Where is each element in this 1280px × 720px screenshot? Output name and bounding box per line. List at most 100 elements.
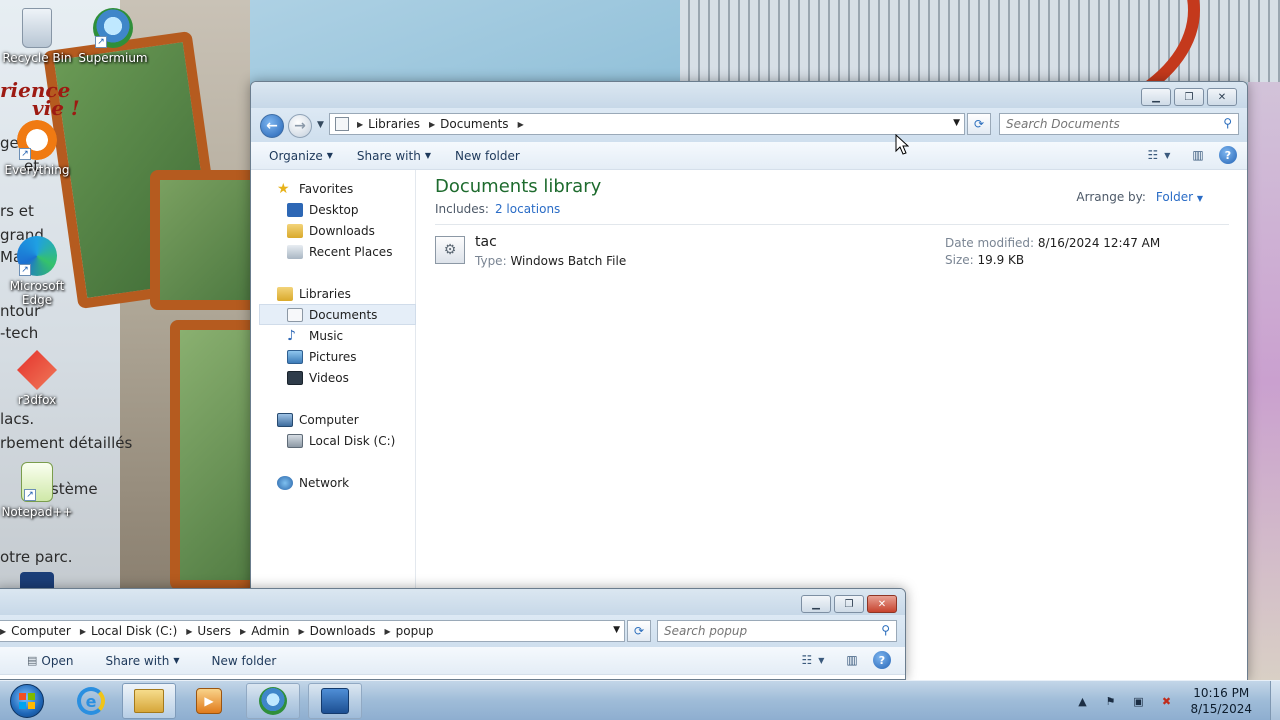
open-label: Open	[41, 653, 74, 668]
breadcrumb-popup[interactable]: popup	[396, 624, 434, 638]
nav-downloads[interactable]: Downloads	[287, 220, 375, 241]
address-bar[interactable]: ▶ Libraries ▶ Documents ▶ ▼	[329, 113, 965, 135]
minimize-button[interactable]: ▁	[1141, 88, 1171, 106]
restore-button[interactable]: ❐	[834, 595, 864, 613]
nav-libraries[interactable]: Libraries	[277, 283, 351, 304]
taskbar-windows-explorer[interactable]	[122, 683, 176, 719]
close-button[interactable]: ✕	[867, 595, 897, 613]
search-icon[interactable]: ⚲	[881, 623, 890, 637]
title-bar[interactable]: ▁ ❐ ✕	[0, 589, 905, 615]
breadcrumb-documents[interactable]: Documents	[440, 117, 508, 131]
nav-local-disk[interactable]: Local Disk (C:)	[287, 430, 395, 451]
file-item[interactable]: ⚙ tac Type: Windows Batch File Date modi…	[435, 234, 1229, 274]
search-box[interactable]: ⚲	[657, 620, 897, 642]
search-box[interactable]: ⚲	[999, 113, 1239, 135]
close-button[interactable]: ✕	[1207, 88, 1237, 106]
nav-music[interactable]: ♪ Music	[287, 325, 343, 346]
address-dropdown[interactable]: ▼	[953, 118, 960, 128]
address-bar[interactable]: ▶ Computer ▶ Local Disk (C:) ▶ Users ▶ A…	[0, 620, 625, 642]
desktop-icon-partial[interactable]	[0, 572, 74, 588]
desktop-icon-notepad-plus-plus[interactable]: ↗ Notepad++	[0, 462, 74, 519]
nav-pictures[interactable]: Pictures	[287, 346, 357, 367]
title-bar[interactable]: ▁ ❐ ✕	[251, 82, 1247, 108]
network-icon[interactable]: ▣	[1130, 693, 1146, 709]
breadcrumb-downloads[interactable]: Downloads	[310, 624, 376, 638]
share-with-button[interactable]: Share with ▼	[99, 651, 185, 671]
change-view-button[interactable]: ☷ ▼	[1141, 146, 1177, 164]
recent-pages-dropdown[interactable]: ▼	[317, 120, 324, 130]
desktop-icon-supermium[interactable]: ↗ Supermium	[76, 8, 150, 65]
nav-favorites[interactable]: ★ Favorites	[277, 178, 353, 199]
restore-button[interactable]: ❐	[1174, 88, 1204, 106]
view-controls: ☷ ▼ ▥ ?	[1141, 146, 1237, 164]
explorer-window-popup[interactable]: ▁ ❐ ✕ ▶ Computer ▶ Local Disk (C:) ▶ Use…	[0, 588, 906, 680]
locations-link[interactable]: 2 locations	[495, 202, 560, 216]
nav-documents[interactable]: Documents	[259, 304, 416, 325]
taskbar-media-player[interactable]: ▶	[182, 683, 236, 719]
start-button[interactable]	[4, 681, 50, 720]
mouse-cursor-icon	[895, 134, 909, 155]
chevron-down-icon: ▼	[424, 151, 431, 160]
media-player-icon: ▶	[196, 688, 222, 714]
breadcrumb-separator[interactable]: ▶	[298, 627, 304, 636]
batch-file-icon: ⚙	[435, 236, 465, 264]
nav-desktop[interactable]: Desktop	[287, 199, 359, 220]
minimize-button[interactable]: ▁	[801, 595, 831, 613]
action-center-flag-icon[interactable]: ⚑	[1102, 693, 1118, 709]
breadcrumb-local-disk[interactable]: Local Disk (C:)	[91, 624, 177, 638]
back-button[interactable]: ←	[260, 114, 284, 138]
breadcrumb-separator[interactable]: ▶	[357, 120, 363, 129]
volume-muted-icon[interactable]: ✖	[1158, 693, 1174, 709]
nav-label: Downloads	[309, 223, 375, 238]
breadcrumb-separator[interactable]: ▶	[80, 627, 86, 636]
new-folder-button[interactable]: New folder	[449, 146, 526, 166]
show-hidden-icons-icon[interactable]: ▲	[1074, 693, 1090, 709]
clock[interactable]: 10:16 PM 8/15/2024	[1190, 685, 1252, 717]
breadcrumb-separator[interactable]: ▶	[240, 627, 246, 636]
arrange-label: Arrange by:	[1076, 190, 1146, 204]
nav-recent-places[interactable]: Recent Places	[287, 241, 392, 262]
star-icon: ★	[277, 180, 290, 197]
search-input[interactable]	[664, 624, 873, 638]
change-view-button[interactable]: ☷ ▼	[795, 651, 831, 669]
organize-button[interactable]: Organize ▼	[263, 146, 339, 166]
address-dropdown[interactable]: ▼	[613, 625, 620, 635]
preview-pane-button[interactable]: ▥	[1189, 146, 1207, 164]
desktop-icon-label: Recycle Bin	[2, 51, 72, 65]
nav-computer[interactable]: Computer	[277, 409, 359, 430]
desktop-icon-everything[interactable]: ↗ Everything	[0, 120, 74, 177]
nav-network[interactable]: Network	[277, 472, 349, 493]
search-icon[interactable]: ⚲	[1223, 116, 1232, 130]
nav-videos[interactable]: Videos	[287, 367, 349, 388]
chevron-down-icon: ▼	[326, 151, 333, 160]
help-icon[interactable]: ?	[1219, 146, 1237, 164]
refresh-button[interactable]: ⟳	[967, 113, 991, 135]
open-button[interactable]: ▤ Open	[21, 651, 79, 671]
breadcrumb-separator[interactable]: ▶	[385, 627, 391, 636]
new-folder-button[interactable]: New folder	[206, 651, 283, 671]
forward-button[interactable]: →	[288, 114, 312, 138]
arrange-by-dropdown[interactable]: Folder ▼	[1156, 190, 1203, 204]
breadcrumb-separator[interactable]: ▶	[429, 120, 435, 129]
refresh-button[interactable]: ⟳	[627, 620, 651, 642]
desktop-icon-recycle-bin[interactable]: Recycle Bin	[0, 8, 74, 65]
preview-pane-button[interactable]: ▥	[843, 651, 861, 669]
desktop-icon-microsoft-edge[interactable]: ↗ Microsoft Edge	[0, 236, 74, 307]
show-desktop-button[interactable]	[1270, 681, 1280, 720]
file-name: tac	[475, 234, 497, 250]
breadcrumb-admin[interactable]: Admin	[251, 624, 289, 638]
share-with-button[interactable]: Share with ▼	[351, 146, 437, 166]
desktop-icon-r3dfox[interactable]: r3dfox	[0, 350, 74, 407]
search-input[interactable]	[1006, 117, 1215, 131]
breadcrumb-users[interactable]: Users	[197, 624, 231, 638]
help-icon[interactable]: ?	[873, 651, 891, 669]
breadcrumb-separator[interactable]: ▶	[518, 120, 524, 129]
taskbar-internet-explorer[interactable]: e	[64, 683, 118, 719]
breadcrumb-separator[interactable]: ▶	[0, 627, 6, 636]
breadcrumb-libraries[interactable]: Libraries	[368, 117, 420, 131]
breadcrumb-computer[interactable]: Computer	[11, 624, 71, 638]
taskbar-app[interactable]	[308, 683, 362, 719]
desktop-icon-label: Microsoft Edge	[9, 279, 65, 307]
taskbar-supermium[interactable]	[246, 683, 300, 719]
breadcrumb-separator[interactable]: ▶	[186, 627, 192, 636]
